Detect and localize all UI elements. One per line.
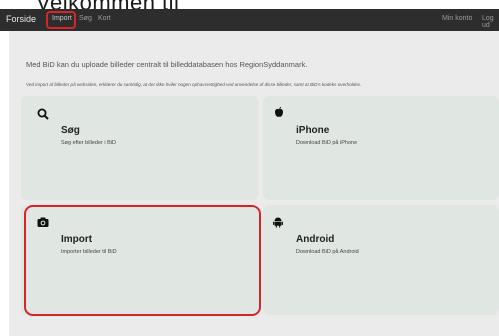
card-subtitle-android: Download BiD på Android [296,249,359,255]
nav-link-min-konto[interactable]: Min konto [442,15,472,22]
apple-icon [275,106,283,117]
nav-link-kort[interactable]: Kort [98,15,111,22]
card-title-sog: Søg [61,125,80,136]
card-sog[interactable]: Søg Søg efter billeder i BiD [21,96,259,200]
nav-link-sog[interactable]: Søg [79,15,92,22]
intro-text: Med BiD kan du uploade billeder centralt… [26,60,308,69]
nav-link-log-ud[interactable]: Log ud [482,15,499,29]
import-card-highlight [24,205,261,316]
card-android[interactable]: Android Download BiD på Android [263,205,499,315]
import-nav-highlight [46,11,76,29]
card-subtitle-sog: Søg efter billeder i BiD [61,140,117,146]
copyright-notice: Ved import af billeder på websiden, erkl… [26,82,362,87]
card-title-iphone: iPhone [296,125,330,136]
card-iphone[interactable]: iPhone Download BiD på iPhone [263,96,499,200]
android-icon [273,217,283,228]
card-title-android: Android [296,234,335,245]
card-subtitle-iphone: Download BiD på iPhone [296,140,358,146]
nav-brand-forside[interactable]: Forside [6,14,36,24]
search-icon [37,108,49,120]
